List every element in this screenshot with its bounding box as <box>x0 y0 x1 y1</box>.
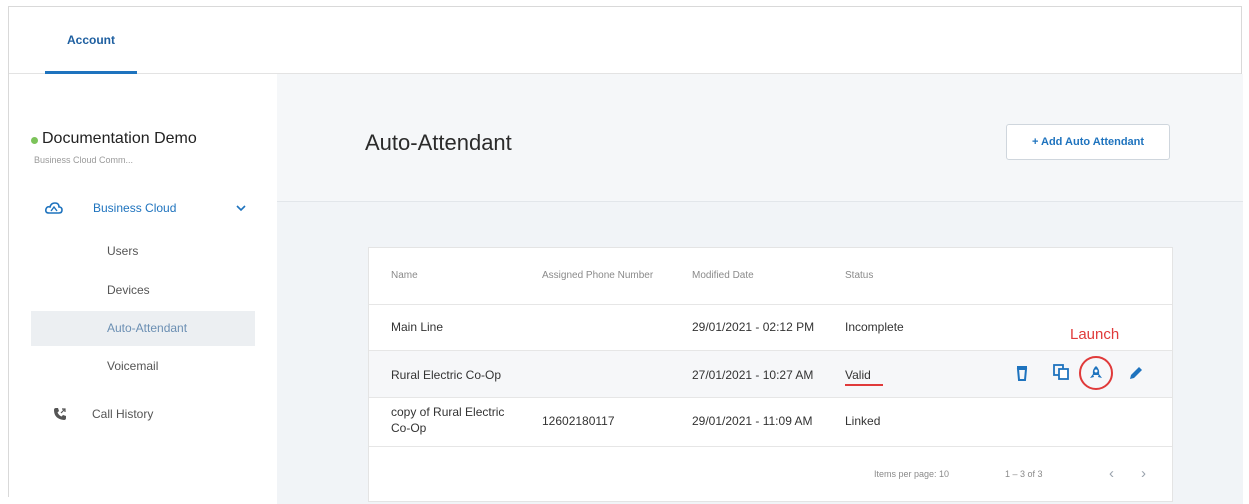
sidebar: Documentation Demo Business Cloud Comm..… <box>9 74 278 504</box>
chevron-left-icon[interactable]: ‹ <box>1109 465 1114 482</box>
table-row[interactable]: copy of Rural Electric Co-Op 12602180117… <box>369 398 1172 446</box>
sidebar-item-auto-attendant[interactable]: Auto-Attendant <box>107 321 187 335</box>
row-name-line1: copy of Rural Electric <box>391 405 505 419</box>
row-status: Linked <box>845 414 881 428</box>
tab-account-label: Account <box>67 33 115 47</box>
chevron-right-icon[interactable]: › <box>1141 465 1146 482</box>
auto-attendant-table: Name Assigned Phone Number Modified Date… <box>368 247 1173 502</box>
sidebar-item-users[interactable]: Users <box>107 244 138 258</box>
page-title: Auto-Attendant <box>365 130 512 155</box>
sidebar-item-voicemail[interactable]: Voicemail <box>107 359 158 373</box>
org-name: Documentation Demo <box>42 130 197 147</box>
row-modified: 27/01/2021 - 10:27 AM <box>692 368 814 382</box>
column-header-status[interactable]: Status <box>845 270 873 281</box>
row-status: Valid <box>845 368 871 382</box>
row-status: Incomplete <box>845 320 904 334</box>
main-content: Auto-Attendant + Add Auto Attendant Name… <box>277 74 1243 504</box>
column-header-modified[interactable]: Modified Date <box>692 270 754 281</box>
status-dot <box>31 137 38 144</box>
row-name-line2: Co-Op <box>391 421 427 435</box>
copy-icon[interactable] <box>1053 364 1069 380</box>
org-subtitle: Business Cloud Comm... <box>34 155 134 165</box>
row-name: Main Line <box>391 320 444 334</box>
sidebar-item-label: Business Cloud <box>93 201 177 215</box>
sidebar-item-call-history[interactable]: Call History <box>92 407 153 421</box>
items-per-page-label: Items per page: <box>874 469 937 479</box>
sidebar-item-devices[interactable]: Devices <box>107 283 150 297</box>
top-tab-bar: Account <box>9 7 1241 74</box>
call-history-icon <box>54 408 66 420</box>
launch-annotation: Launch <box>1070 326 1120 343</box>
page-header: Auto-Attendant + Add Auto Attendant <box>277 74 1243 202</box>
row-name: Rural Electric Co-Op <box>391 368 502 382</box>
items-per-page-select[interactable]: 10 <box>939 469 949 479</box>
table-row[interactable]: Main Line 29/01/2021 - 02:12 PM Incomple… <box>369 305 1172 350</box>
row-modified: 29/01/2021 - 02:12 PM <box>692 320 815 334</box>
row-modified: 29/01/2021 - 11:09 AM <box>692 414 813 428</box>
column-header-name[interactable]: Name <box>391 270 418 281</box>
annotation-underline <box>845 384 883 386</box>
app-window: Account Documentation Demo Business Clou… <box>8 6 1243 504</box>
table-row[interactable]: Rural Electric Co-Op 27/01/2021 - 10:27 … <box>369 351 1172 397</box>
rocket-icon[interactable] <box>1088 365 1104 381</box>
divider <box>369 446 1172 447</box>
add-auto-attendant-button[interactable]: + Add Auto Attendant <box>1006 124 1170 160</box>
pencil-icon[interactable] <box>1128 365 1144 381</box>
tab-account[interactable]: Account <box>45 7 137 74</box>
row-phone: 12602180117 <box>542 414 615 428</box>
trash-icon[interactable] <box>1014 365 1030 381</box>
column-header-phone[interactable]: Assigned Phone Number <box>542 270 653 281</box>
pagination-range: 1 – 3 of 3 <box>1005 469 1043 479</box>
sidebar-item-business-cloud[interactable]: Business Cloud <box>31 198 261 220</box>
chevron-down-icon[interactable] <box>235 203 247 213</box>
cloud-icon <box>45 202 63 214</box>
